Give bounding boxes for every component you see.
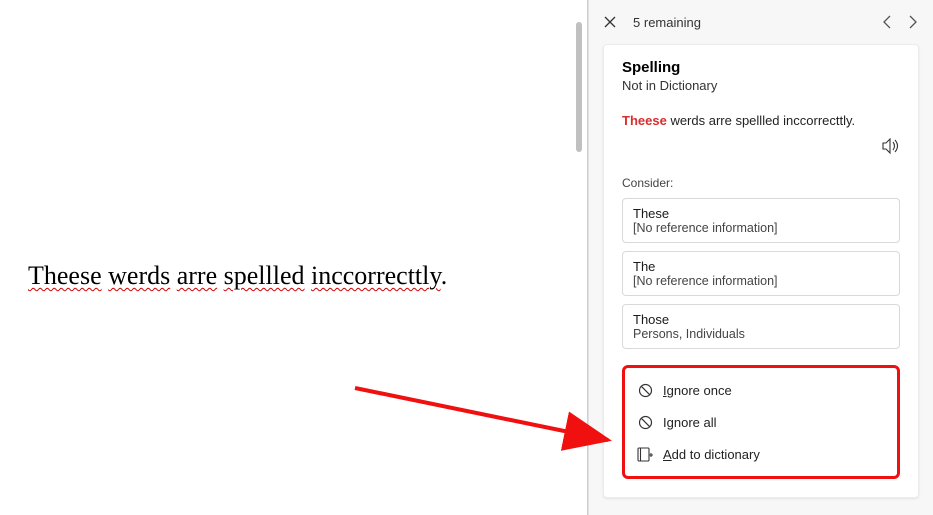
ignore-once-button[interactable]: Ignore once [627, 374, 895, 406]
scrollbar-thumb[interactable] [576, 22, 582, 152]
misspelled-word[interactable]: werds [108, 261, 170, 290]
card-title: Spelling [622, 59, 900, 76]
suggestion-item[interactable]: Those Persons, Individuals [622, 304, 900, 349]
remaining-count: 5 remaining [629, 15, 869, 30]
error-sentence: Theese werds arre spellled inccorrecttly… [622, 113, 900, 128]
close-icon[interactable] [603, 15, 617, 29]
prohibit-icon [637, 414, 653, 430]
ignore-all-button[interactable]: Ignore all [627, 406, 895, 438]
document-text[interactable]: Theese werds arre spellled inccorrecttly… [28, 260, 588, 291]
sentence-remainder: werds arre spellled inccorrecttly. [670, 113, 855, 128]
panel-divider [587, 0, 588, 515]
suggestion-info: [No reference information] [633, 221, 889, 235]
nav-arrows [881, 15, 919, 29]
editor-pane: 5 remaining Spelling Not in Dictionary T… [588, 0, 933, 515]
suggestion-word: The [633, 259, 889, 274]
prev-issue-button[interactable] [881, 15, 893, 29]
suggestion-item[interactable]: These [No reference information] [622, 198, 900, 243]
add-to-dictionary-button[interactable]: Add to dictionary [627, 438, 895, 470]
error-word: Theese [622, 113, 667, 128]
read-aloud-button[interactable] [882, 138, 900, 154]
action-label: Ignore all [663, 415, 717, 430]
next-issue-button[interactable] [907, 15, 919, 29]
misspelled-word[interactable]: spellled [224, 261, 305, 290]
pane-header: 5 remaining [603, 0, 919, 44]
suggestion-word: Those [633, 312, 889, 327]
action-label: Add to dictionary [663, 447, 760, 462]
dictionary-add-icon [637, 446, 653, 462]
period: . [441, 261, 448, 290]
prohibit-icon [637, 382, 653, 398]
card-subtitle: Not in Dictionary [622, 78, 900, 93]
suggestion-item[interactable]: The [No reference information] [622, 251, 900, 296]
misspelled-word[interactable]: Theese [28, 261, 102, 290]
misspelled-word[interactable]: inccorrecttly [311, 261, 441, 290]
document-area: Theese werds arre spellled inccorrecttly… [0, 0, 588, 515]
suggestion-info: Persons, Individuals [633, 327, 889, 341]
misspelled-word[interactable]: arre [177, 261, 217, 290]
ignore-actions-group: Ignore once Ignore all Add to dictionary [622, 365, 900, 479]
suggestion-info: [No reference information] [633, 274, 889, 288]
action-label: Ignore once [663, 383, 732, 398]
suggestion-word: These [633, 206, 889, 221]
consider-label: Consider: [622, 176, 900, 190]
spelling-card: Spelling Not in Dictionary Theese werds … [603, 44, 919, 498]
